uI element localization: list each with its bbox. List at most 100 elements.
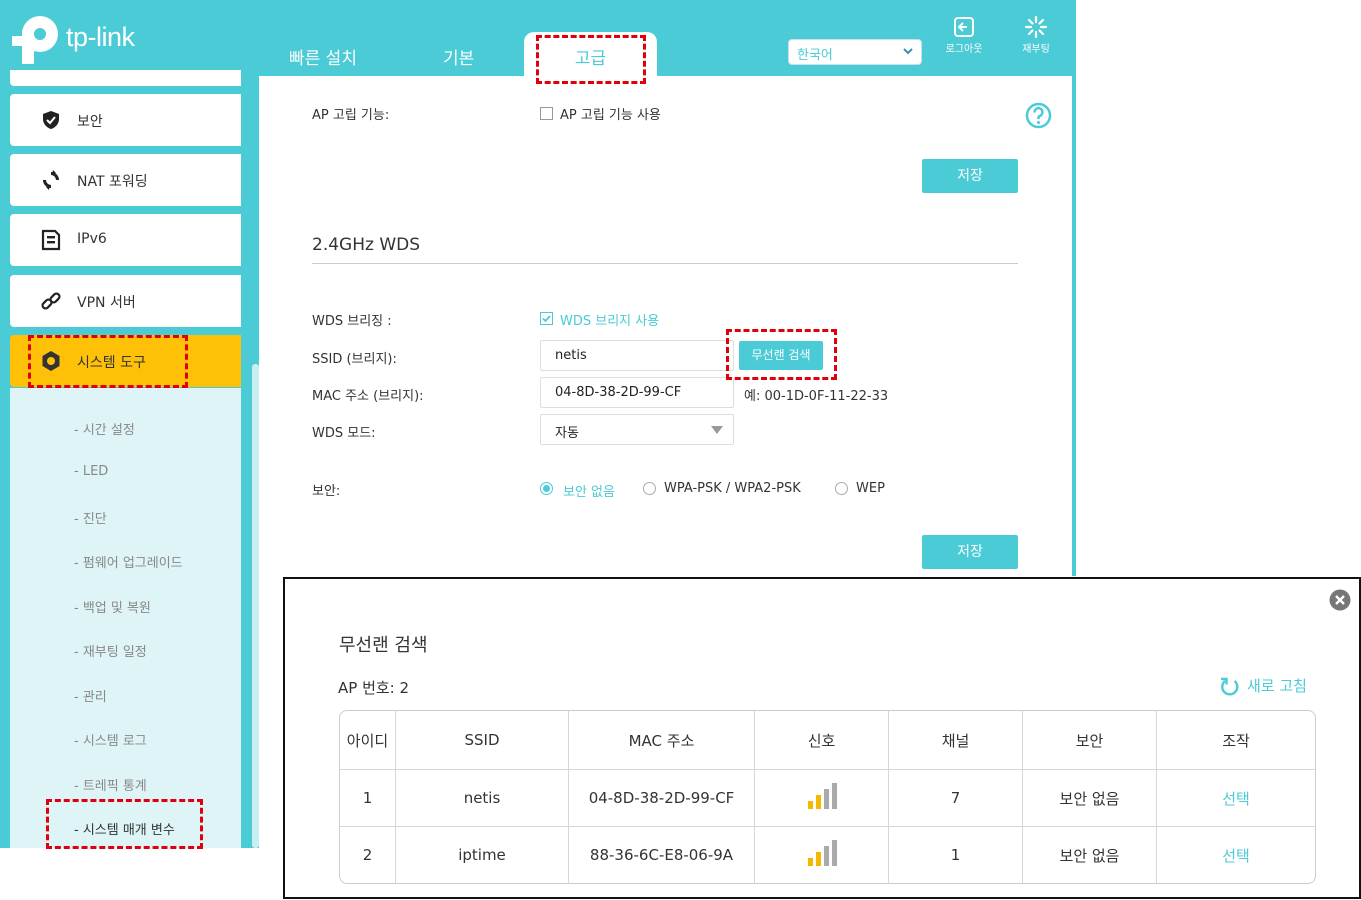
wds-mode-value: 자동 bbox=[555, 426, 579, 441]
wds-mode-label: WDS 모드: bbox=[312, 426, 376, 441]
signal-bar bbox=[807, 801, 813, 810]
select-link[interactable]: 선택 bbox=[1222, 790, 1250, 808]
reboot-icon bbox=[1025, 16, 1047, 38]
security-option-wep: WEP bbox=[856, 481, 885, 496]
save-button-bottom[interactable]: 저장 bbox=[922, 535, 1018, 569]
col-header-ssid: SSID bbox=[395, 711, 569, 770]
sidebar-item-vpn-server[interactable]: VPN 서버 bbox=[10, 275, 241, 327]
cell-signal bbox=[754, 826, 889, 883]
tab-quick-setup[interactable]: 빠른 설치 bbox=[289, 44, 357, 69]
table-row: 2 iptime 88-36-6C-E8-06-9A 1 보안 없음 선택 bbox=[340, 826, 1315, 883]
language-select[interactable]: 한국어 bbox=[788, 39, 922, 65]
cell-security: 보안 없음 bbox=[1022, 768, 1157, 828]
ap-isolation-checkbox-label: AP 고립 기능 사용 bbox=[560, 108, 661, 123]
wds-bridge-checkbox[interactable] bbox=[540, 312, 553, 325]
mac-input[interactable]: 04-8D-38-2D-99-CF bbox=[540, 377, 734, 408]
ssid-input[interactable]: netis bbox=[540, 340, 734, 371]
col-header-signal: 신호 bbox=[754, 711, 889, 770]
col-header-action: 조작 bbox=[1156, 711, 1315, 770]
submenu-backup-restore[interactable]: - 백업 및 복원 bbox=[74, 597, 151, 616]
cell-ssid: netis bbox=[395, 768, 569, 828]
cell-ssid: iptime bbox=[395, 826, 569, 883]
ap-isolation-checkbox[interactable] bbox=[540, 107, 553, 120]
security-option-none: 보안 없음 bbox=[563, 485, 615, 500]
submenu-traffic-statistics[interactable]: - 트레픽 통계 bbox=[74, 775, 147, 794]
submenu-administration[interactable]: - 관리 bbox=[74, 686, 107, 705]
mac-label: MAC 주소 (브리지): bbox=[312, 389, 424, 404]
cell-mac: 04-8D-38-2D-99-CF bbox=[568, 768, 755, 828]
dropdown-arrow-icon bbox=[711, 426, 723, 434]
shield-icon bbox=[43, 111, 59, 129]
sidebar-item-ipv6[interactable]: IPv6 bbox=[10, 214, 241, 266]
logout-button[interactable]: 로그아웃 bbox=[934, 16, 994, 55]
select-link[interactable]: 선택 bbox=[1222, 847, 1250, 865]
sidebar-item-security[interactable]: 보안 bbox=[10, 94, 241, 146]
col-header-channel: 채널 bbox=[888, 711, 1023, 770]
submenu-system-log[interactable]: - 시스템 로그 bbox=[74, 730, 147, 749]
link-icon bbox=[41, 292, 61, 310]
submenu-time-settings[interactable]: - 시간 설정 bbox=[74, 419, 135, 438]
submenu-led[interactable]: - LED bbox=[74, 464, 108, 479]
reboot-button[interactable]: 재부팅 bbox=[1006, 16, 1066, 55]
sidebar-item-system-tools[interactable]: 시스템 도구 bbox=[10, 335, 241, 387]
tab-advanced[interactable]: 고급 bbox=[524, 32, 657, 80]
save-button-top[interactable]: 저장 bbox=[922, 159, 1018, 193]
submenu-diagnostics[interactable]: - 진단 bbox=[74, 508, 107, 527]
sidebar-item-partial bbox=[10, 70, 241, 86]
reboot-label: 재부팅 bbox=[1022, 44, 1050, 55]
table-row: 1 netis 04-8D-38-2D-99-CF 7 보안 없음 선택 bbox=[340, 768, 1315, 828]
language-value: 한국어 bbox=[797, 48, 833, 63]
ssid-value: netis bbox=[555, 348, 587, 363]
security-radio-wpa[interactable] bbox=[643, 482, 656, 495]
cell-action: 선택 bbox=[1156, 768, 1315, 828]
cell-action: 선택 bbox=[1156, 826, 1315, 883]
wds-bridge-checkbox-label: WDS 브리지 사용 bbox=[560, 314, 660, 329]
signal-bar bbox=[823, 846, 829, 867]
security-label: 보안: bbox=[312, 484, 341, 499]
signal-bar bbox=[815, 795, 821, 810]
sidebar-item-label: VPN 서버 bbox=[77, 295, 136, 311]
security-radio-none[interactable] bbox=[540, 482, 553, 495]
sidebar-scrollbar[interactable] bbox=[252, 364, 259, 848]
wireless-survey-dialog: 무선랜 검색 AP 번호: 2 새로 고침 아이디 SSID MAC 주소 신호… bbox=[283, 577, 1361, 899]
main-content: AP 고립 기능: AP 고립 기능 사용 저장 2.4GHz WDS WDS … bbox=[259, 76, 1072, 576]
signal-strength-icon bbox=[807, 783, 837, 810]
tab-basic[interactable]: 기본 bbox=[443, 44, 474, 69]
brand-logo-text: tp-link bbox=[66, 22, 135, 52]
sidebar-item-nat-forwarding[interactable]: NAT 포워딩 bbox=[10, 154, 241, 206]
cell-id: 1 bbox=[340, 768, 396, 828]
survey-results-table: 아이디 SSID MAC 주소 신호 채널 보안 조작 1 netis 04-8… bbox=[339, 710, 1316, 884]
col-header-id: 아이디 bbox=[340, 711, 396, 770]
cell-channel: 1 bbox=[888, 826, 1023, 883]
help-icon[interactable] bbox=[1025, 102, 1052, 129]
ap-count: AP 번호: 2 bbox=[338, 679, 410, 697]
cell-security: 보안 없음 bbox=[1022, 826, 1157, 883]
signal-bar bbox=[831, 783, 837, 810]
submenu-reboot-schedule[interactable]: - 재부팅 일정 bbox=[74, 641, 147, 660]
signal-strength-icon bbox=[807, 840, 837, 867]
wds-mode-select[interactable]: 자동 bbox=[540, 414, 734, 445]
sidebar-item-label: 보안 bbox=[77, 114, 103, 130]
security-option-wpa: WPA-PSK / WPA2-PSK bbox=[664, 481, 801, 496]
signal-bar bbox=[815, 852, 821, 867]
ipv6-icon bbox=[41, 229, 61, 251]
mac-value: 04-8D-38-2D-99-CF bbox=[555, 385, 682, 400]
system-tools-submenu: - 시간 설정 - LED - 진단 - 펌웨어 업그레이드 - 백업 및 복원… bbox=[10, 388, 241, 848]
wireless-survey-button[interactable]: 무선랜 검색 bbox=[739, 341, 823, 370]
chevron-down-icon bbox=[903, 48, 913, 55]
cell-mac: 88-36-6C-E8-06-9A bbox=[568, 826, 755, 883]
cell-id: 2 bbox=[340, 826, 396, 883]
cell-channel: 7 bbox=[888, 768, 1023, 828]
logout-icon bbox=[954, 17, 974, 37]
logout-label: 로그아웃 bbox=[945, 44, 983, 55]
signal-bar bbox=[831, 840, 837, 867]
dialog-title: 무선랜 검색 bbox=[339, 635, 428, 656]
tp-link-logo-icon bbox=[12, 16, 58, 64]
close-icon[interactable] bbox=[1329, 589, 1351, 611]
security-radio-wep[interactable] bbox=[835, 482, 848, 495]
submenu-firmware-upgrade[interactable]: - 펌웨어 업그레이드 bbox=[74, 552, 183, 571]
mac-example-hint: 예: 00-1D-0F-11-22-33 bbox=[744, 389, 889, 404]
col-header-mac: MAC 주소 bbox=[568, 711, 755, 770]
submenu-system-parameters[interactable]: - 시스템 매개 변수 bbox=[74, 819, 175, 838]
gear-icon bbox=[42, 351, 60, 371]
